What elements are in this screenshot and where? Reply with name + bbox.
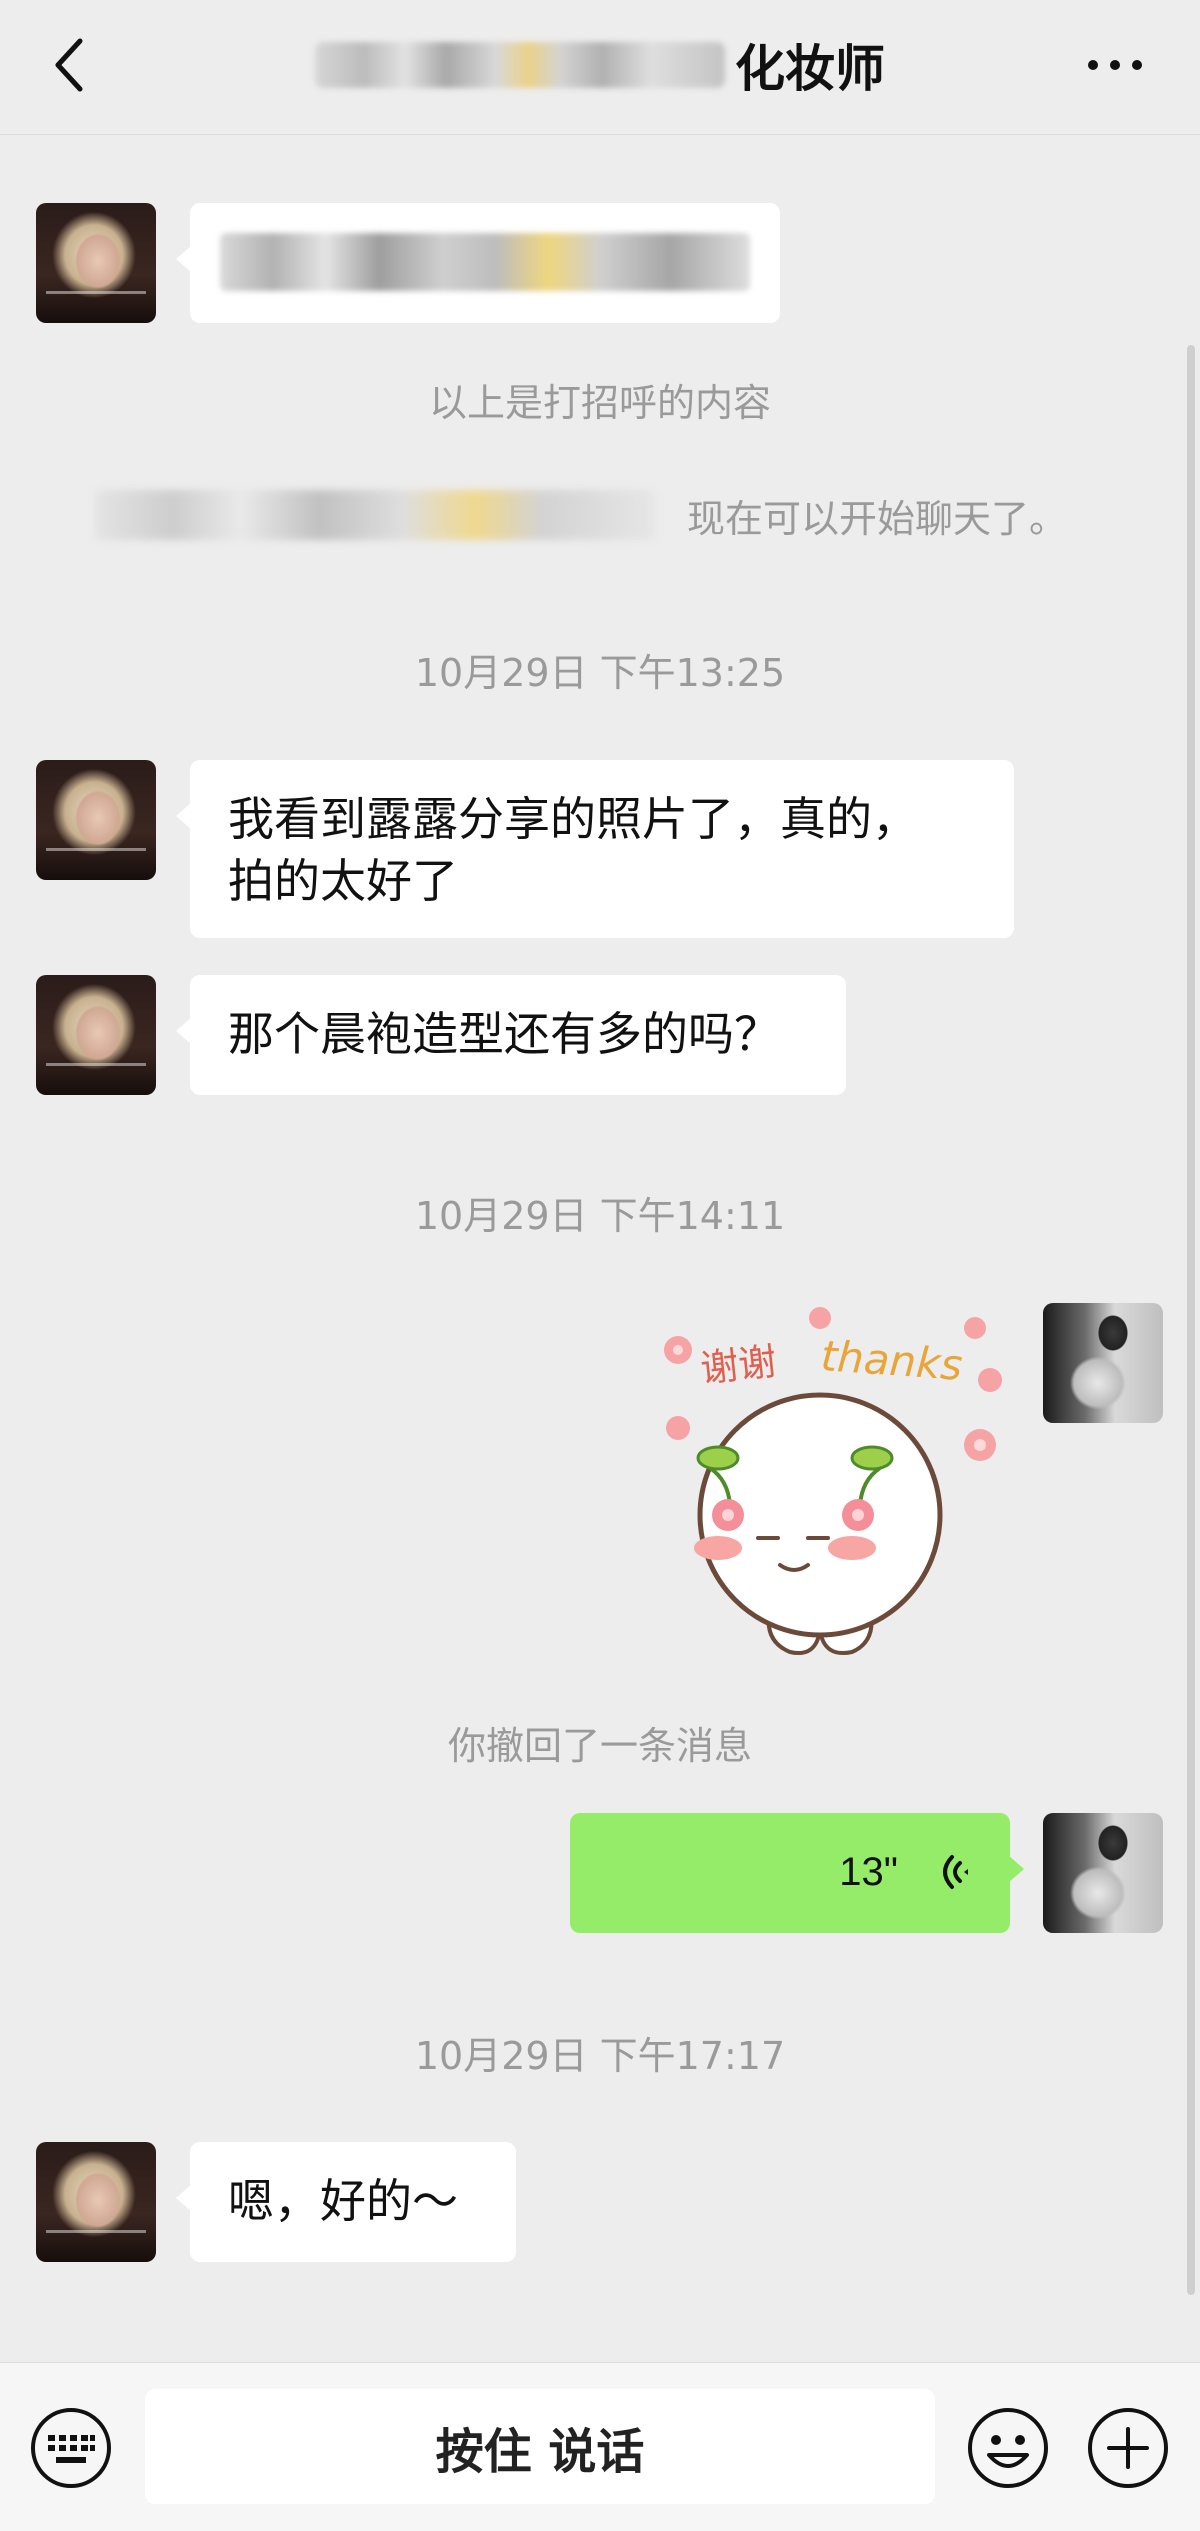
voice-message-bubble[interactable]: 13" [570, 1813, 1024, 1933]
sticker-text-cn: 谢谢 [698, 1339, 778, 1391]
thanks-sticker[interactable]: 谢谢 thanks [640, 1300, 1020, 1680]
sticker-text-en: thanks [819, 1331, 964, 1390]
contact-avatar[interactable] [36, 203, 156, 323]
chat-title: 化妆师 [300, 30, 900, 100]
friend-added-note: 现在可以开始聊天了。 [95, 480, 1145, 550]
recall-note: 你撤回了一条消息 [447, 1724, 752, 1768]
self-avatar[interactable] [1043, 1813, 1163, 1933]
message-bubble[interactable]: 嗯，好的～ [176, 2142, 516, 2262]
timestamp: 10月29日 下午17:17 [414, 2034, 786, 2078]
input-bar: 按住 说话 [0, 2362, 1200, 2531]
more-icon [1088, 60, 1142, 70]
contact-avatar[interactable] [36, 2142, 156, 2262]
greeting-note: 以上是打招呼的内容 [428, 381, 771, 425]
plus-icon[interactable] [1085, 2405, 1171, 2491]
back-button[interactable] [40, 30, 100, 100]
message-bubble[interactable]: 那个晨袍造型还有多的吗？ [176, 975, 846, 1095]
chevron-left-icon [55, 38, 83, 92]
chat-header: 化妆师 [0, 0, 1200, 135]
keyboard-icon[interactable] [28, 2405, 114, 2491]
redacted-title [315, 42, 725, 88]
scrollbar[interactable] [1187, 345, 1195, 2295]
more-button[interactable] [1075, 35, 1155, 95]
hold-to-talk-button[interactable]: 按住 说话 [145, 2389, 935, 2504]
timestamp: 10月29日 下午14:11 [414, 1194, 786, 1238]
message-bubble[interactable]: 我看到露露分享的照片了，真的， 拍的太好了 [176, 760, 1014, 938]
message-bubble-redacted[interactable] [176, 203, 780, 323]
chat-title-suffix: 化妆师 [735, 40, 885, 98]
contact-avatar[interactable] [36, 760, 156, 880]
redacted-message [220, 233, 750, 291]
contact-avatar[interactable] [36, 975, 156, 1095]
timestamp: 10月29日 下午13:25 [414, 651, 786, 695]
voice-duration: 13" [839, 1850, 898, 1894]
voice-wave-icon [943, 1855, 968, 1889]
emoji-icon[interactable] [965, 2405, 1051, 2491]
self-avatar[interactable] [1043, 1303, 1163, 1423]
can-chat-now-text: 现在可以开始聊天了。 [687, 496, 1068, 541]
redacted-name [95, 490, 655, 540]
